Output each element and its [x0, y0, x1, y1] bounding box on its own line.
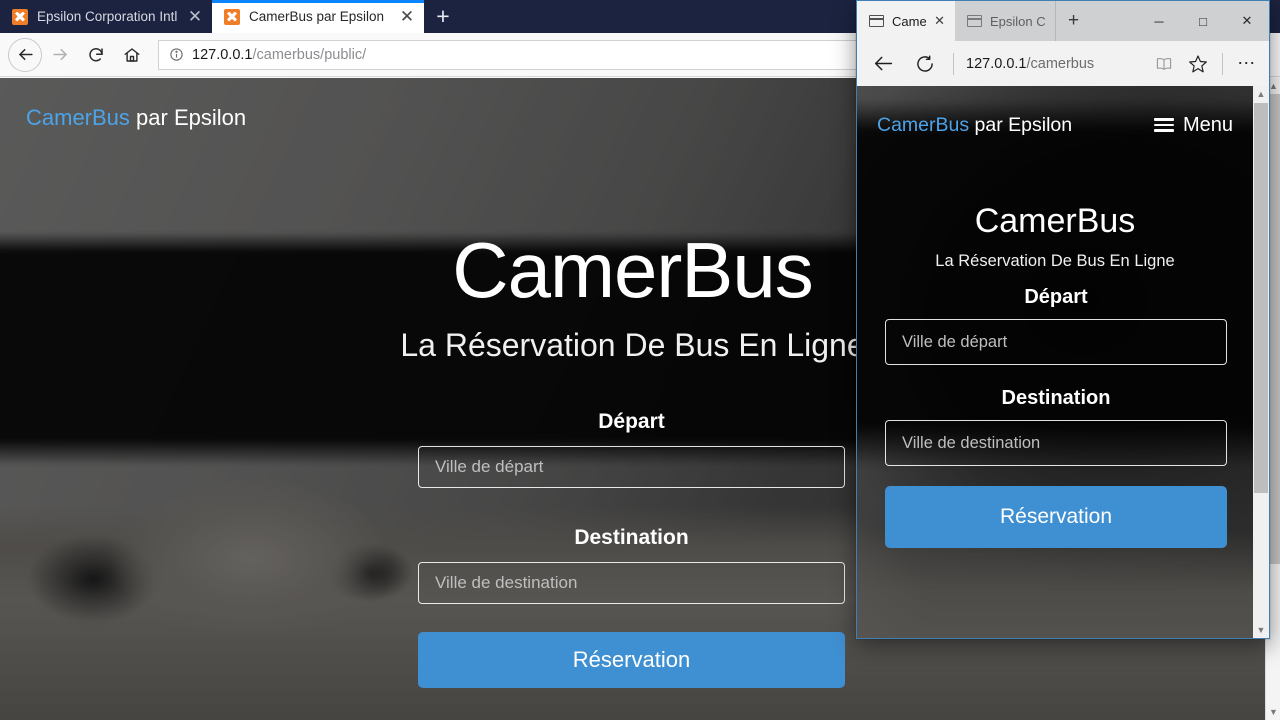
firefox-tab-epsilon-corporation[interactable]: Epsilon Corporation Intl ✕: [0, 0, 212, 33]
back-arrow-icon: [874, 56, 892, 71]
home-icon: [124, 47, 140, 62]
info-icon[interactable]: [169, 47, 184, 62]
page-title: CamerBus: [974, 202, 1136, 240]
back-arrow-icon: [18, 48, 33, 61]
window-controls: ─ □ ✕: [1137, 1, 1269, 41]
minimize-button[interactable]: ─: [1137, 1, 1181, 41]
form-spacer: [885, 365, 1227, 387]
back-button[interactable]: [8, 37, 42, 72]
tab-page-icon: [869, 15, 884, 27]
close-icon[interactable]: ✕: [934, 13, 945, 29]
book-icon: [1156, 57, 1172, 70]
reservation-form: Départ Destination Réservation: [418, 410, 845, 688]
edge-page-scrollbar[interactable]: ▲ ▼: [1253, 86, 1269, 638]
camerbus-page-mobile: CamerBus par Epsilon Menu CamerBus La Ré…: [857, 86, 1253, 638]
reservation-form: Départ Destination Réservation: [885, 286, 1227, 548]
favicon-epsilon-icon: [224, 8, 240, 25]
brand-secondary: par Epsilon: [129, 105, 247, 130]
reservation-submit-button[interactable]: Réservation: [885, 486, 1227, 548]
hero-section: CamerBus La Réservation De Bus En Ligne: [857, 202, 1253, 271]
reload-icon: [89, 47, 103, 61]
refresh-icon: [917, 54, 933, 72]
reload-button[interactable]: [78, 37, 114, 73]
site-header: CamerBus par Epsilon Menu: [857, 86, 1253, 142]
scroll-up-arrow-icon[interactable]: ▲: [1253, 86, 1269, 102]
favorite-button[interactable]: [1182, 48, 1214, 80]
form-spacer: [418, 488, 845, 526]
edge-window: Came ✕ Epsilon Co + ─ □ ✕: [856, 0, 1270, 639]
edge-viewport: CamerBus par Epsilon Menu CamerBus La Ré…: [857, 86, 1269, 638]
url-host: 127.0.0.1: [966, 55, 1027, 72]
new-tab-button[interactable]: +: [1055, 1, 1091, 41]
brand-primary: CamerBus: [26, 105, 130, 130]
departure-label: Départ: [598, 410, 665, 433]
destination-input[interactable]: [885, 420, 1227, 466]
screen: Epsilon Corporation Intl ✕ CamerBus par …: [0, 0, 1280, 720]
tab-title: Epsilon Corporation Intl: [37, 9, 177, 24]
tab-title: Came: [892, 13, 927, 29]
reading-view-button[interactable]: [1148, 48, 1180, 80]
departure-input[interactable]: [885, 319, 1227, 365]
url-path: /camerbus/public/: [252, 46, 367, 63]
settings-menu-button[interactable]: ⋯: [1231, 48, 1263, 80]
close-icon[interactable]: ✕: [398, 8, 416, 25]
refresh-button[interactable]: [905, 46, 945, 82]
reservation-submit-button[interactable]: Réservation: [418, 632, 845, 688]
forward-arrow-icon: [52, 48, 67, 61]
destination-label: Destination: [1001, 387, 1111, 409]
tab-page-icon: [967, 15, 982, 27]
tab-title: Epsilon Co: [990, 13, 1045, 29]
new-tab-button[interactable]: +: [424, 0, 462, 33]
menu-label: Menu: [1182, 113, 1233, 136]
edge-toolbar: 127.0.0.1/camerbus ⋯: [857, 41, 1269, 86]
forward-button[interactable]: [42, 37, 78, 73]
site-brand[interactable]: CamerBus par Epsilon: [877, 114, 1072, 137]
page-subtitle: La Réservation De Bus En Ligne: [935, 251, 1175, 270]
back-button[interactable]: [863, 46, 903, 82]
address-bar[interactable]: 127.0.0.1/camerbus: [962, 56, 1146, 72]
toolbar-divider: [953, 52, 954, 75]
menu-toggle-button[interactable]: Menu: [1153, 113, 1233, 137]
favicon-epsilon-icon: [12, 8, 28, 25]
departure-input[interactable]: [418, 446, 845, 488]
maximize-button[interactable]: □: [1181, 1, 1225, 41]
edge-title-bar: Came ✕ Epsilon Co + ─ □ ✕: [857, 1, 1269, 41]
url-path: /camerbus: [1026, 55, 1095, 72]
brand-primary: CamerBus: [877, 113, 970, 136]
site-brand[interactable]: CamerBus par Epsilon: [26, 105, 246, 131]
hamburger-icon: [1153, 118, 1174, 132]
brand-secondary: par Epsilon: [969, 113, 1073, 136]
tab-title: CamerBus par Epsilon: [249, 9, 385, 24]
edge-tab-camerbus[interactable]: Came ✕: [857, 1, 955, 41]
scroll-down-arrow-icon[interactable]: ▼: [1253, 622, 1269, 638]
close-window-button[interactable]: ✕: [1225, 1, 1269, 41]
destination-label: Destination: [574, 526, 689, 549]
close-icon[interactable]: ✕: [186, 8, 204, 25]
star-icon: [1189, 54, 1207, 72]
home-button[interactable]: [114, 37, 150, 73]
departure-label: Départ: [1024, 286, 1088, 308]
scrollbar-thumb[interactable]: [1254, 103, 1268, 493]
edge-tab-epsilon-corporation[interactable]: Epsilon Co: [955, 1, 1055, 41]
toolbar-divider: [1222, 52, 1223, 75]
url-host: 127.0.0.1: [192, 46, 253, 63]
destination-input[interactable]: [418, 562, 845, 604]
firefox-tab-camerbus[interactable]: CamerBus par Epsilon ✕: [212, 0, 424, 33]
scroll-down-arrow-icon[interactable]: ▼: [1266, 704, 1280, 720]
